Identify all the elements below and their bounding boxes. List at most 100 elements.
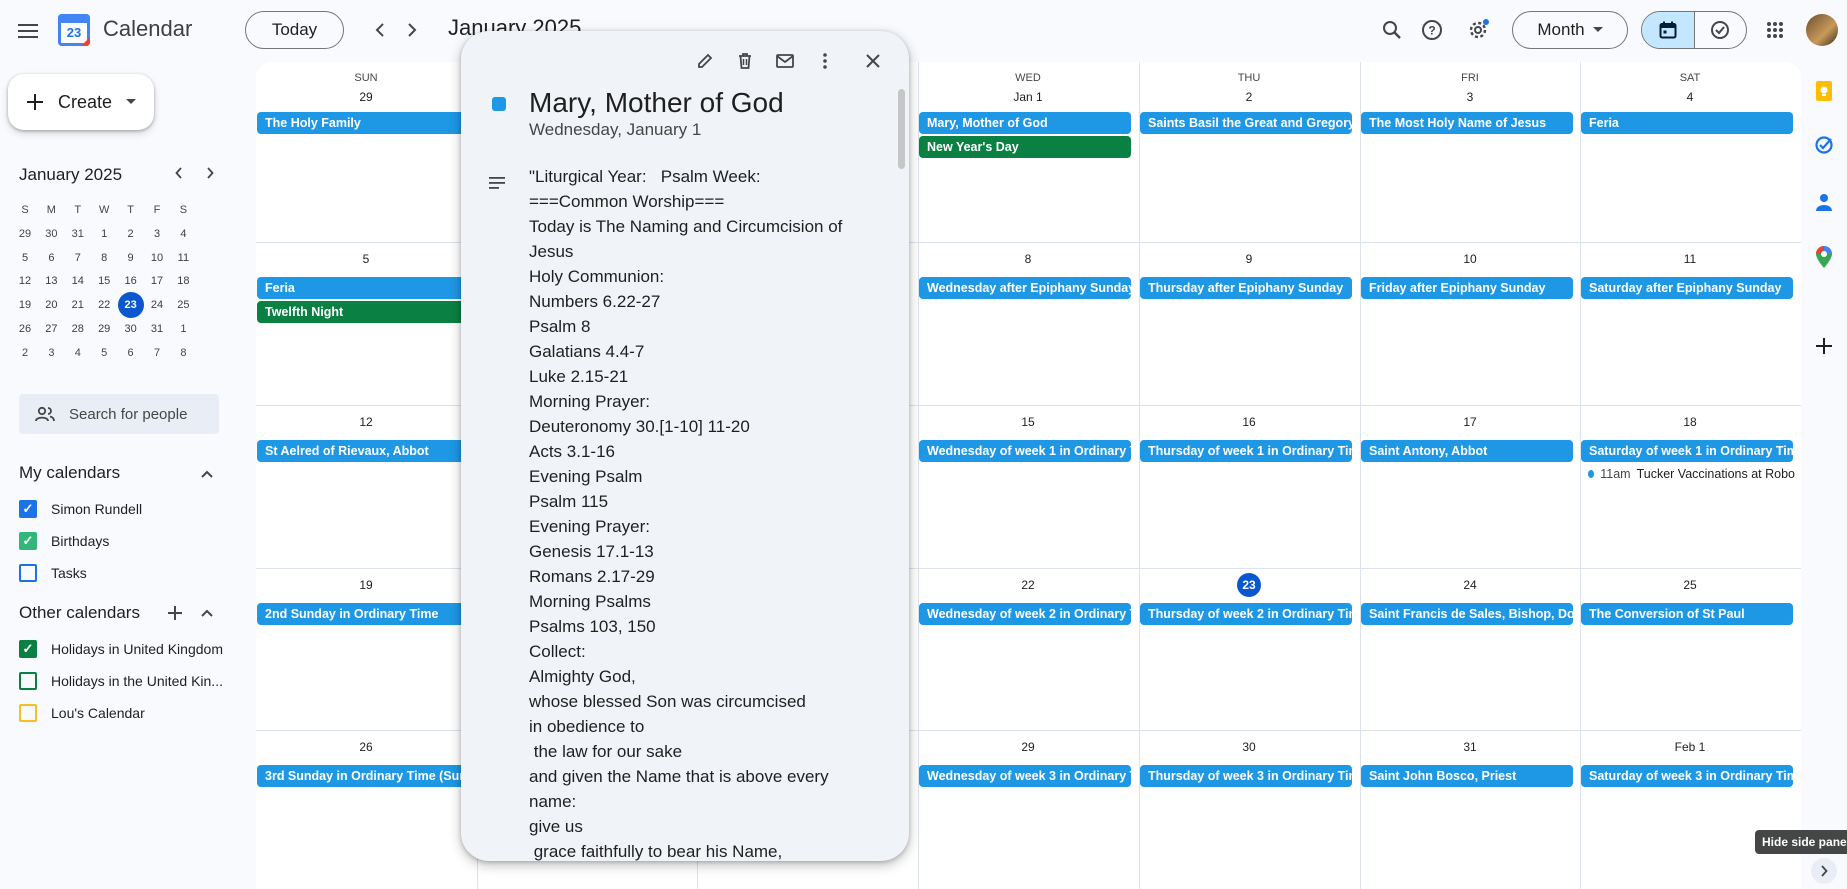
add-other-calendar-icon[interactable] <box>163 601 187 625</box>
mini-calendar-day[interactable]: 6 <box>38 245 64 271</box>
mini-calendar-day[interactable]: 15 <box>91 268 117 294</box>
day-number[interactable]: 29 <box>918 740 1138 754</box>
day-number[interactable]: 11 <box>1580 252 1800 266</box>
popup-scrollbar[interactable] <box>898 89 905 169</box>
mini-calendar-day[interactable]: 9 <box>118 245 144 271</box>
mini-calendar-day[interactable]: 24 <box>144 292 170 318</box>
today-button[interactable]: Today <box>245 11 344 49</box>
day-number[interactable]: 19 <box>256 578 476 592</box>
event-chip[interactable]: Thursday after Epiphany Sunday <box>1140 277 1352 299</box>
checkbox-unchecked[interactable] <box>19 672 37 690</box>
mini-calendar-day[interactable]: 28 <box>65 316 91 342</box>
checkbox-checked[interactable]: ✓ <box>19 532 37 550</box>
mini-calendar-day[interactable]: 21 <box>65 292 91 318</box>
get-add-ons-plus-icon[interactable] <box>1808 330 1840 362</box>
event-chip[interactable]: Wednesday of week 2 in Ordinary Time <box>919 603 1131 625</box>
event-chip[interactable]: Thursday of week 1 in Ordinary Time <box>1140 440 1352 462</box>
day-number[interactable]: 29 <box>256 90 476 104</box>
mini-calendar-day[interactable]: 10 <box>144 245 170 271</box>
next-period-button[interactable] <box>396 14 428 46</box>
mini-calendar-day[interactable]: 31 <box>65 221 91 247</box>
mini-calendar-day[interactable]: 19 <box>12 292 38 318</box>
day-number[interactable]: Jan 1 <box>918 90 1138 104</box>
delete-trash-icon[interactable] <box>729 45 761 77</box>
checkbox-unchecked[interactable] <box>19 564 37 582</box>
mini-calendar-day[interactable]: 29 <box>91 316 117 342</box>
event-chip[interactable]: 3rd Sunday in Ordinary Time (Sunday <box>257 765 469 787</box>
mini-calendar-day[interactable]: 7 <box>144 340 170 366</box>
event-chip[interactable]: Wednesday after Epiphany Sunday <box>919 277 1131 299</box>
day-number[interactable]: 17 <box>1360 415 1580 429</box>
day-number[interactable]: 12 <box>256 415 476 429</box>
mini-calendar-day[interactable]: 5 <box>12 245 38 271</box>
mini-calendar-day[interactable]: 4 <box>170 221 196 247</box>
event-chip[interactable]: Saturday after Epiphany Sunday <box>1581 277 1793 299</box>
mini-calendar-day[interactable]: 2 <box>12 340 38 366</box>
mini-calendar-day[interactable]: 5 <box>91 340 117 366</box>
mini-calendar-day[interactable]: 26 <box>12 316 38 342</box>
day-number[interactable]: 25 <box>1580 578 1800 592</box>
event-chip[interactable]: Feria <box>257 277 469 299</box>
mini-calendar-day[interactable]: 14 <box>65 268 91 294</box>
google-apps-icon[interactable] <box>1757 12 1793 48</box>
day-number[interactable]: 2 <box>1139 90 1359 104</box>
mini-calendar-day[interactable]: 17 <box>144 268 170 294</box>
event-chip[interactable]: Wednesday of week 1 in Ordinary Time <box>919 440 1131 462</box>
day-number[interactable]: 5 <box>256 252 476 266</box>
calendar-list-item[interactable]: Lou's Calendar <box>19 702 145 724</box>
event-chip[interactable]: Saints Basil the Great and Gregory <box>1140 112 1352 134</box>
mini-calendar-day[interactable]: 22 <box>91 292 117 318</box>
collapse-other-calendars-icon[interactable] <box>195 601 219 625</box>
day-number[interactable]: 18 <box>1580 415 1800 429</box>
day-number[interactable]: 26 <box>256 740 476 754</box>
mini-calendar-day[interactable]: 12 <box>12 268 38 294</box>
more-options-icon[interactable] <box>809 45 841 77</box>
day-number[interactable]: 10 <box>1360 252 1580 266</box>
calendar-list-item[interactable]: ✓ Birthdays <box>19 530 109 552</box>
today-day-number[interactable]: 23 <box>1237 573 1261 597</box>
main-menu-icon[interactable] <box>8 11 48 51</box>
previous-period-button[interactable] <box>364 14 396 46</box>
event-chip[interactable]: Twelfth Night <box>257 301 469 323</box>
day-number[interactable]: 3 <box>1360 90 1580 104</box>
mini-calendar-day[interactable]: 4 <box>65 340 91 366</box>
mini-calendar-day[interactable]: 2 <box>118 221 144 247</box>
mini-calendar-day[interactable]: 30 <box>38 221 64 247</box>
event-chip[interactable]: Feria <box>1581 112 1793 134</box>
mini-calendar-day[interactable]: 18 <box>170 268 196 294</box>
event-chip[interactable]: 2nd Sunday in Ordinary Time <box>257 603 469 625</box>
mini-calendar-day[interactable]: 27 <box>38 316 64 342</box>
event-chip[interactable]: St Aelred of Rievaux, Abbot <box>257 440 469 462</box>
mini-calendar-day[interactable]: 13 <box>38 268 64 294</box>
other-calendars-heading[interactable]: Other calendars <box>19 603 140 623</box>
mini-calendar-day[interactable]: 23 <box>117 292 144 319</box>
event-chip[interactable]: The Most Holy Name of Jesus <box>1361 112 1573 134</box>
day-number[interactable]: Feb 1 <box>1580 740 1800 754</box>
mini-calendar-day[interactable]: 25 <box>170 292 196 318</box>
checkbox-checked[interactable]: ✓ <box>19 500 37 518</box>
mini-calendar-day[interactable]: 8 <box>91 245 117 271</box>
mini-calendar-day[interactable]: 8 <box>170 340 196 366</box>
event-chip[interactable]: Saturday of week 1 in Ordinary Time <box>1581 440 1793 462</box>
mini-calendar-day[interactable]: 3 <box>38 340 64 366</box>
mini-calendar-day[interactable]: 11 <box>170 245 196 271</box>
edit-pencil-icon[interactable] <box>689 45 721 77</box>
maps-icon[interactable] <box>1808 241 1840 273</box>
contacts-icon[interactable] <box>1808 186 1840 218</box>
calendar-list-item[interactable]: ✓ Holidays in United Kingdom <box>19 638 223 660</box>
event-chip[interactable]: Saint Antony, Abbot <box>1361 440 1573 462</box>
day-number[interactable]: 24 <box>1360 578 1580 592</box>
event-chip[interactable]: Thursday of week 2 in Ordinary Time <box>1140 603 1352 625</box>
event-chip[interactable]: The Conversion of St Paul <box>1581 603 1793 625</box>
checkbox-unchecked[interactable] <box>19 704 37 722</box>
collapse-my-calendars-icon[interactable] <box>195 462 219 486</box>
mini-calendar-day[interactable]: 3 <box>144 221 170 247</box>
event-chip[interactable]: Saturday of week 3 in Ordinary Time <box>1581 765 1793 787</box>
mini-calendar-day[interactable]: 16 <box>118 268 144 294</box>
event-chip[interactable]: New Year's Day <box>919 136 1131 158</box>
account-avatar[interactable] <box>1806 14 1838 46</box>
calendar-view-toggle[interactable] <box>1642 12 1694 48</box>
email-envelope-icon[interactable] <box>769 45 801 77</box>
view-selector-dropdown[interactable]: Month <box>1512 11 1628 49</box>
timed-event[interactable]: 11am Tucker Vaccinations at Robo <box>1588 464 1795 484</box>
